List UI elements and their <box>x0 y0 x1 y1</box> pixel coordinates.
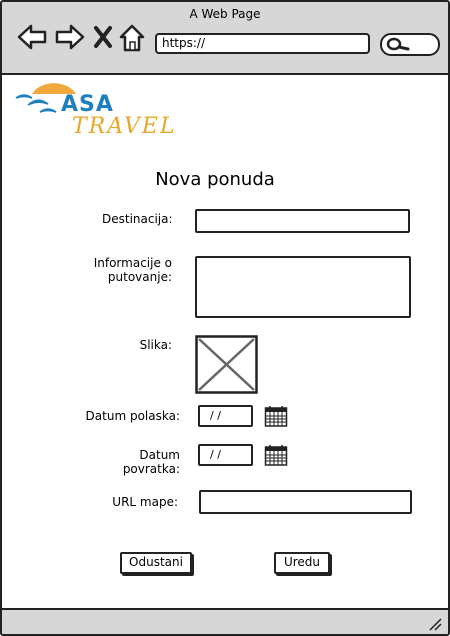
search-icon <box>386 37 410 51</box>
back-arrow-icon[interactable] <box>17 24 49 50</box>
return-date-input[interactable]: / / <box>198 444 253 466</box>
window-title: A Web Page <box>189 7 261 21</box>
status-bar <box>2 608 448 634</box>
return-label: Datum povratka: <box>122 448 180 476</box>
search-box[interactable] <box>380 33 440 56</box>
browser-window: A Web Page https:// ASA TRAVEL Nova ponu… <box>0 0 450 636</box>
ok-button[interactable]: Uredu <box>274 552 330 574</box>
resize-grip-icon[interactable] <box>428 617 442 631</box>
cancel-button[interactable]: Odustani <box>120 552 192 574</box>
forward-arrow-icon[interactable] <box>53 24 85 50</box>
info-textarea[interactable] <box>195 256 411 318</box>
destination-label: Destinacija: <box>102 212 173 226</box>
stop-icon[interactable] <box>93 24 113 50</box>
url-input[interactable]: https:// <box>155 33 370 54</box>
image-label: Slika: <box>139 338 172 352</box>
destination-input[interactable] <box>195 209 410 233</box>
calendar-icon[interactable] <box>264 405 288 427</box>
map-url-input[interactable] <box>199 490 412 514</box>
map-url-label: URL mape: <box>112 495 178 509</box>
page-title: Nova ponuda <box>155 169 275 190</box>
departure-date-input[interactable]: / / <box>198 405 253 427</box>
info-label: Informacije o putovanje: <box>93 256 172 284</box>
departure-label: Datum polaska: <box>85 409 180 423</box>
logo-travel: TRAVEL <box>72 114 177 139</box>
browser-chrome: A Web Page https:// <box>2 2 448 75</box>
image-placeholder-icon[interactable] <box>195 335 259 395</box>
home-icon[interactable] <box>119 24 145 52</box>
calendar-icon[interactable] <box>264 444 288 466</box>
